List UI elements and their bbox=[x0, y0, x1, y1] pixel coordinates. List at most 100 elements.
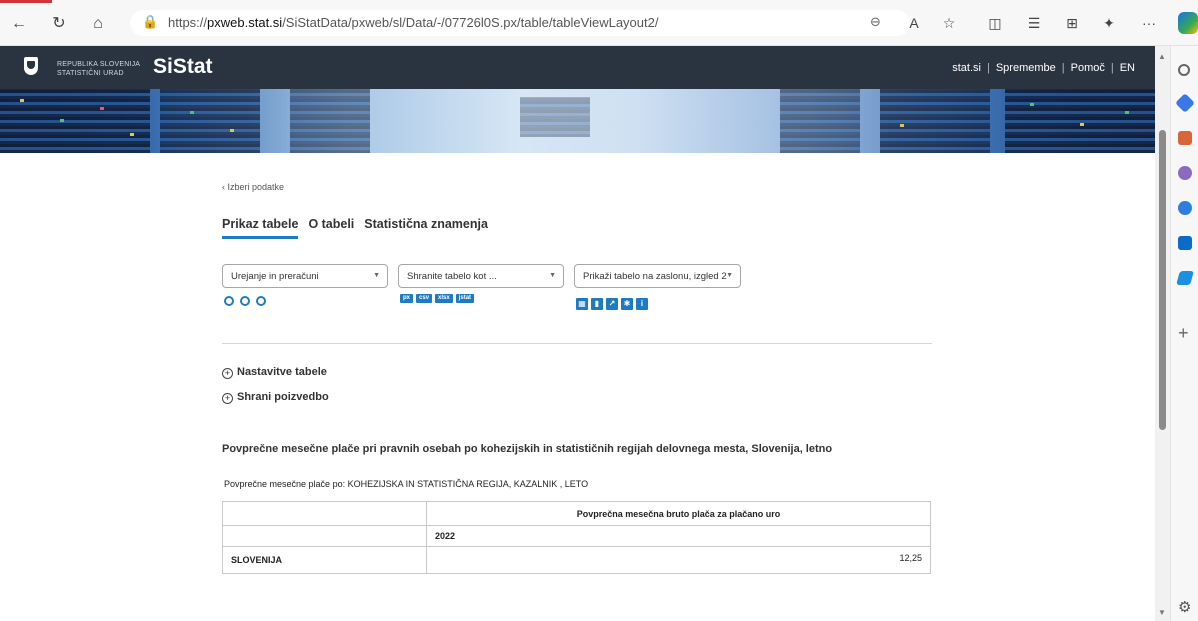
search-icon[interactable] bbox=[1178, 64, 1190, 76]
page-scrollbar[interactable]: ▲ ▼ bbox=[1155, 46, 1170, 621]
address-bar[interactable]: 🔒 https://pxweb.stat.si/SiStatData/pxweb… bbox=[130, 10, 910, 36]
banner-rack bbox=[0, 89, 150, 153]
format-px-button[interactable]: px bbox=[400, 294, 414, 303]
year-header: 2022 bbox=[426, 525, 931, 547]
add-icon[interactable]: + bbox=[1178, 324, 1192, 342]
back-link-izberi-podatke[interactable]: ‹ Izberi podatke bbox=[222, 182, 284, 192]
save-format-icons: px csv xlsx jstat bbox=[400, 294, 477, 306]
display-mode-icons: ▦ ▮ ↗ ✱ i bbox=[576, 293, 651, 310]
format-jstat-button[interactable]: jstat bbox=[455, 294, 475, 303]
banner-rack bbox=[1005, 89, 1155, 153]
republika-line2: STATISTIČNI URAD bbox=[57, 70, 124, 77]
refresh-icon[interactable]: ↻ bbox=[50, 15, 68, 33]
back-icon[interactable]: ← bbox=[10, 15, 28, 33]
banner-rack bbox=[520, 97, 590, 137]
scrollbar-thumb[interactable] bbox=[1159, 130, 1166, 430]
brand-logo[interactable]: SiStat bbox=[153, 55, 213, 79]
data-table: Povprečna mesečna bruto plača za plačano… bbox=[222, 501, 931, 574]
expand-plus-icon: + bbox=[222, 393, 233, 404]
republika-line1: REPUBLIKA SLOVENIJA bbox=[57, 61, 141, 68]
link-en[interactable]: EN bbox=[1120, 62, 1135, 74]
link-pomoc[interactable]: Pomoč bbox=[1071, 62, 1105, 74]
collections-icon[interactable]: ⊞ bbox=[1063, 15, 1081, 32]
favorite-icon[interactable]: ☆ bbox=[940, 15, 958, 32]
calculation-icons bbox=[224, 293, 272, 306]
region-cell: SLOVENIJA bbox=[222, 546, 427, 574]
url-text: https://pxweb.stat.si/SiStatData/pxweb/s… bbox=[168, 15, 659, 30]
expander-label: Nastavitve tabele bbox=[237, 366, 327, 378]
rotate-counterclockwise-icon[interactable] bbox=[256, 296, 266, 306]
table-header-row: Povprečna mesečna bruto plača za plačano… bbox=[222, 501, 931, 526]
pivot-icon[interactable] bbox=[224, 296, 234, 306]
scroll-up-icon[interactable]: ▲ bbox=[1158, 52, 1166, 61]
dropdown-label: Shranite tabelo kot ... bbox=[407, 271, 497, 282]
split-screen-icon[interactable]: ◫ bbox=[986, 15, 1004, 32]
outlook-icon[interactable] bbox=[1178, 236, 1192, 250]
chevron-down-icon: ▼ bbox=[726, 272, 733, 279]
scroll-down-icon[interactable]: ▼ bbox=[1158, 608, 1166, 617]
chevron-down-icon: ▼ bbox=[549, 272, 556, 279]
tab-prikaz-tabele[interactable]: Prikaz tabele bbox=[222, 217, 299, 239]
tag-icon[interactable] bbox=[1175, 93, 1195, 113]
save-query-expander[interactable]: + Shrani poizvedbo bbox=[222, 391, 329, 404]
tab-o-tabeli[interactable]: O tabeli bbox=[308, 217, 354, 236]
table-settings-expander[interactable]: + Nastavitve tabele bbox=[222, 366, 327, 379]
link-separator: | bbox=[1061, 62, 1065, 74]
banner-rack bbox=[780, 89, 860, 153]
banner-rack bbox=[880, 89, 990, 153]
people-icon[interactable] bbox=[1178, 166, 1192, 180]
rotate-clockwise-icon[interactable] bbox=[240, 296, 250, 306]
bar-chart-icon[interactable]: ▮ bbox=[591, 298, 603, 310]
coat-of-arms-icon bbox=[24, 57, 38, 75]
tab-staticna-znamenja[interactable]: Statistična znamenja bbox=[364, 217, 488, 236]
edit-calculations-dropdown[interactable]: Urejanje in preračuni ▼ bbox=[222, 264, 388, 288]
page-tabs: Prikaz tabele O tabeli Statistična znamenj… bbox=[222, 215, 498, 239]
lock-icon[interactable]: 🔒 bbox=[142, 14, 158, 30]
banner-rack bbox=[290, 89, 370, 153]
header-links: stat.si | Spremembe | Pomoč | EN bbox=[952, 62, 1135, 74]
link-stat-si[interactable]: stat.si bbox=[952, 62, 981, 74]
save-table-dropdown[interactable]: Shranite tabelo kot ... ▼ bbox=[398, 264, 564, 288]
table-subtitle: Povprečne mesečne plače po: KOHEZIJSKA I… bbox=[224, 479, 589, 489]
copilot-icon[interactable] bbox=[1178, 12, 1198, 34]
dropdown-label: Prikaži tabelo na zaslonu, izgled 2 bbox=[583, 271, 727, 282]
table-view-icon[interactable]: ▦ bbox=[576, 298, 588, 310]
toolbox-icon[interactable] bbox=[1178, 131, 1192, 145]
table-title: Povprečne mesečne plače pri pravnih oseb… bbox=[222, 443, 833, 455]
office-icon[interactable] bbox=[1178, 201, 1192, 215]
value-cell: 12,25 bbox=[426, 546, 931, 574]
section-divider bbox=[222, 343, 932, 344]
zoom-icon[interactable]: ⊖ bbox=[870, 14, 881, 30]
favorites-list-icon[interactable]: ☰ bbox=[1025, 15, 1043, 32]
site-header: REPUBLIKA SLOVENIJA STATISTIČNI URAD SiS… bbox=[0, 46, 1155, 89]
link-separator: | bbox=[986, 62, 990, 74]
link-spremembe[interactable]: Spremembe bbox=[996, 62, 1056, 74]
map-icon[interactable]: ✱ bbox=[621, 298, 633, 310]
send-icon[interactable] bbox=[1176, 271, 1194, 285]
format-xlsx-button[interactable]: xlsx bbox=[435, 294, 453, 303]
read-aloud-icon[interactable]: A bbox=[905, 15, 923, 31]
table-corner-cell bbox=[222, 501, 427, 526]
line-chart-icon[interactable]: ↗ bbox=[606, 298, 618, 310]
extensions-icon[interactable]: ✦ bbox=[1100, 15, 1118, 32]
format-csv-button[interactable]: csv bbox=[416, 294, 433, 303]
display-table-dropdown[interactable]: Prikaži tabelo na zaslonu, izgled 2 ▼ bbox=[574, 264, 741, 288]
gear-icon[interactable]: ⚙ bbox=[1178, 600, 1192, 615]
table-row: SLOVENIJA 12,25 bbox=[222, 546, 931, 574]
home-icon[interactable]: ⌂ bbox=[89, 15, 107, 33]
more-icon[interactable]: ··· bbox=[1140, 15, 1158, 31]
banner-rack bbox=[160, 89, 260, 153]
server-room-banner bbox=[0, 89, 1155, 153]
dropdown-label: Urejanje in preračuni bbox=[231, 271, 319, 282]
expander-label: Shrani poizvedbo bbox=[237, 391, 329, 403]
info-icon[interactable]: i bbox=[636, 298, 648, 310]
measure-header: Povprečna mesečna bruto plača za plačano… bbox=[426, 501, 931, 526]
active-tab-indicator bbox=[0, 0, 52, 3]
browser-toolbar: ← ↻ ⌂ 🔒 https://pxweb.stat.si/SiStatData… bbox=[0, 0, 1198, 46]
table-year-row: 2022 bbox=[222, 525, 931, 547]
chevron-down-icon: ▼ bbox=[373, 272, 380, 279]
browser-sidebar: + ⚙ bbox=[1170, 46, 1198, 621]
table-corner-cell bbox=[222, 525, 427, 547]
expand-plus-icon: + bbox=[222, 368, 233, 379]
republika-logo-text: REPUBLIKA SLOVENIJA STATISTIČNI URAD bbox=[57, 60, 140, 78]
